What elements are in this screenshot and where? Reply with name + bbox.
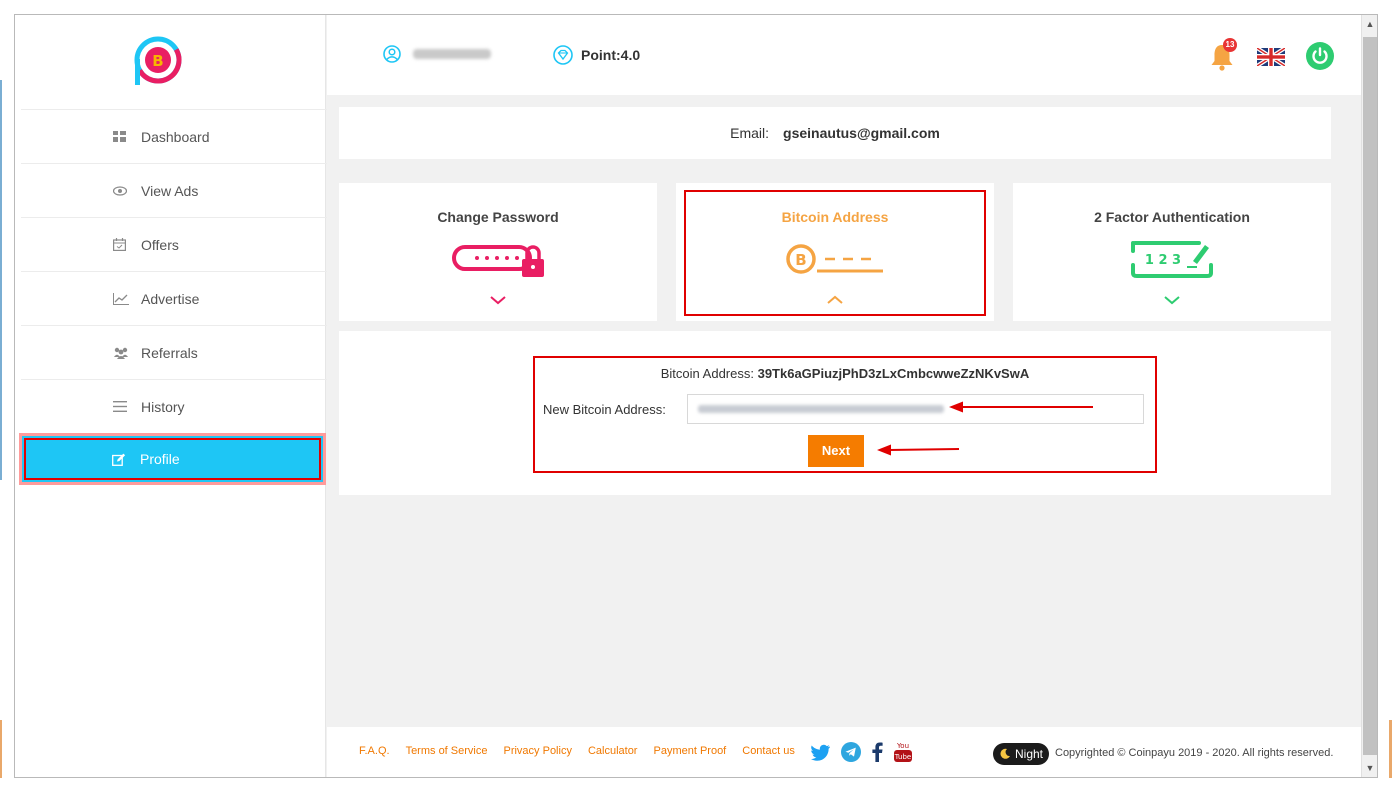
night-mode-toggle[interactable]: Night bbox=[993, 743, 1050, 765]
window-edge bbox=[0, 720, 2, 778]
sidebar-item-dashboard[interactable]: Dashboard bbox=[21, 109, 327, 163]
eye-icon bbox=[113, 185, 141, 196]
diamond-icon bbox=[553, 45, 573, 65]
bitcoin-form-card: Bitcoin Address: 39Tk6aGPiuzjPhD3zLxCmbc… bbox=[339, 331, 1331, 495]
sidebar-item-history[interactable]: History bbox=[21, 379, 327, 433]
current-address-label: Bitcoin Address: bbox=[660, 366, 754, 381]
svg-text:You: You bbox=[896, 742, 909, 750]
sidebar-item-referrals[interactable]: Referrals bbox=[21, 325, 327, 379]
window-edge bbox=[1389, 720, 1392, 778]
calendar-icon bbox=[113, 238, 141, 251]
current-bitcoin-address: Bitcoin Address: 39Tk6aGPiuzjPhD3zLxCmbc… bbox=[535, 366, 1155, 381]
sidebar-item-offers[interactable]: Offers bbox=[21, 217, 327, 271]
users-icon bbox=[113, 347, 141, 359]
facebook-icon[interactable] bbox=[871, 742, 883, 762]
tile-2fa[interactable]: 2 Factor Authentication 1 2 3 bbox=[1013, 183, 1331, 321]
footer: F.A.Q. Terms of Service Privacy Policy C… bbox=[327, 727, 1362, 777]
chevron-down-icon bbox=[1013, 292, 1331, 308]
social-links: You Tube bbox=[811, 741, 913, 763]
tile-title: 2 Factor Authentication bbox=[1094, 209, 1250, 225]
svg-text:1 2 3: 1 2 3 bbox=[1145, 253, 1181, 268]
next-button[interactable]: Next bbox=[808, 435, 864, 467]
current-address-value: 39Tk6aGPiuzjPhD3zLxCmbcwweZzNKvSwA bbox=[757, 366, 1030, 381]
twitter-icon[interactable] bbox=[811, 744, 831, 761]
tile-change-password[interactable]: Change Password bbox=[339, 183, 657, 321]
scroll-down-arrow-icon[interactable]: ▼ bbox=[1362, 759, 1377, 777]
sidebar: B Dashboard View Ads Offers Advertise Re… bbox=[15, 15, 327, 777]
email-value: gseinautus@gmail.com bbox=[783, 125, 940, 141]
footer-link-payment-proof[interactable]: Payment Proof bbox=[653, 745, 726, 757]
youtube-icon[interactable]: You Tube bbox=[893, 741, 913, 763]
footer-link-privacy[interactable]: Privacy Policy bbox=[503, 745, 571, 757]
scrollbar[interactable]: ▲ ▼ bbox=[1361, 15, 1377, 777]
footer-link-terms[interactable]: Terms of Service bbox=[406, 745, 488, 757]
sidebar-item-view-ads[interactable]: View Ads bbox=[21, 163, 327, 217]
password-lock-icon bbox=[452, 245, 544, 277]
sidebar-item-label: History bbox=[141, 398, 185, 415]
annotation-arrow bbox=[949, 401, 1093, 413]
telegram-icon[interactable] bbox=[841, 742, 861, 762]
sidebar-item-label: Offers bbox=[141, 236, 179, 253]
scrollbar-thumb[interactable] bbox=[1363, 37, 1377, 755]
user-icon bbox=[383, 45, 401, 63]
tile-bitcoin-address[interactable]: Bitcoin Address B bbox=[676, 183, 994, 321]
highlight-box bbox=[684, 190, 986, 316]
email-label: Email: bbox=[730, 125, 770, 141]
scroll-up-arrow-icon[interactable]: ▲ bbox=[1362, 15, 1377, 33]
footer-link-contact[interactable]: Contact us bbox=[742, 745, 795, 757]
sidebar-item-label: Referrals bbox=[141, 344, 198, 361]
svg-text:B: B bbox=[152, 52, 163, 70]
copyright-text: Copyrighted © Coinpayu 2019 - 2020. All … bbox=[1055, 747, 1334, 759]
chart-icon bbox=[113, 292, 141, 305]
coinpayu-logo: B bbox=[134, 36, 182, 85]
grid-icon bbox=[113, 131, 141, 142]
footer-link-faq[interactable]: F.A.Q. bbox=[359, 745, 390, 757]
sidebar-item-label: Dashboard bbox=[141, 128, 210, 145]
footer-links: F.A.Q. Terms of Service Privacy Policy C… bbox=[359, 745, 795, 757]
points-display: Point:4.0 bbox=[553, 45, 640, 65]
two-factor-icon: 1 2 3 bbox=[1131, 241, 1213, 278]
username-blurred bbox=[413, 49, 491, 59]
footer-link-calculator[interactable]: Calculator bbox=[588, 745, 638, 757]
top-bar: Point:4.0 13 bbox=[327, 15, 1362, 95]
blurred-address-value bbox=[698, 405, 944, 414]
bitcoin-form: Bitcoin Address: 39Tk6aGPiuzjPhD3zLxCmbc… bbox=[533, 356, 1157, 473]
annotation-arrow bbox=[877, 444, 960, 456]
sidebar-item-advertise[interactable]: Advertise bbox=[21, 271, 327, 325]
notification-badge: 13 bbox=[1223, 38, 1237, 52]
tile-title: Change Password bbox=[437, 209, 559, 225]
menu-icon bbox=[113, 401, 141, 412]
user-info[interactable] bbox=[383, 45, 491, 63]
sidebar-item-label: View Ads bbox=[141, 182, 199, 199]
points-label: Point:4.0 bbox=[581, 47, 641, 63]
night-label: Night bbox=[1015, 747, 1044, 761]
chevron-down-icon bbox=[339, 292, 657, 308]
sidebar-item-label: Advertise bbox=[141, 290, 200, 307]
app-window: B Dashboard View Ads Offers Advertise Re… bbox=[14, 14, 1378, 778]
email-card: Email: gseinautus@gmail.com bbox=[339, 107, 1331, 159]
moon-icon bbox=[1000, 748, 1010, 759]
notification-bell[interactable]: 13 bbox=[1209, 38, 1237, 73]
highlight-box bbox=[24, 438, 321, 480]
logout-button[interactable] bbox=[1306, 42, 1334, 70]
new-address-label: New Bitcoin Address: bbox=[543, 402, 666, 417]
window-edge bbox=[0, 80, 2, 480]
sidebar-item-profile[interactable]: Profile bbox=[19, 433, 326, 485]
power-icon bbox=[1312, 47, 1328, 64]
svg-text:Tube: Tube bbox=[894, 753, 911, 761]
uk-flag-icon[interactable] bbox=[1257, 48, 1285, 66]
